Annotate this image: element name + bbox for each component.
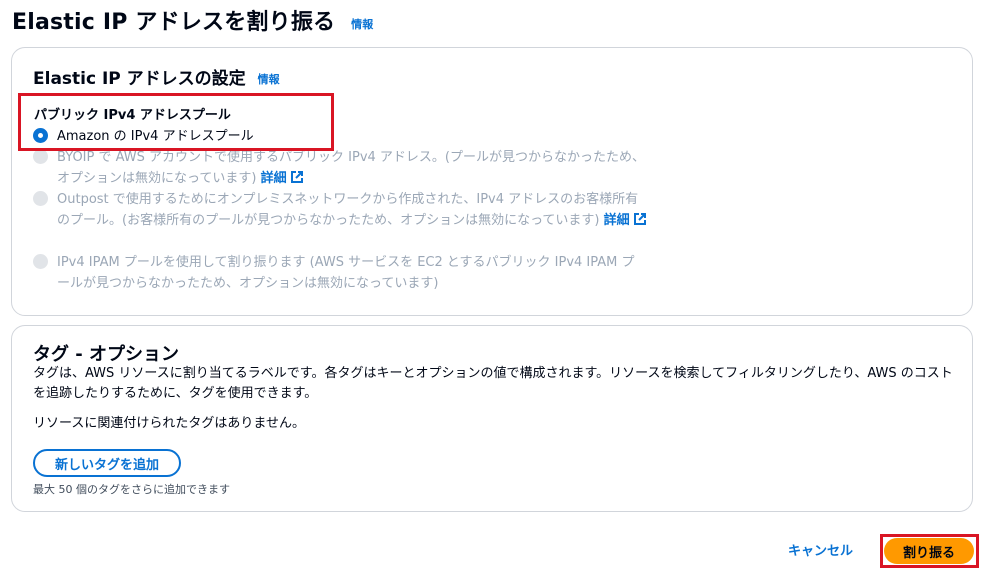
page-title-text: Elastic IP アドレスを割り振る — [12, 10, 336, 35]
page-title: Elastic IP アドレスを割り振る 情報 — [12, 4, 374, 36]
radio-option-byoip: BYOIP で AWS アカウントで使用するパブリック IPv4 アドレス。(プ… — [33, 147, 647, 189]
radio-option-ipam: IPv4 IPAM プールを使用して割り振ります (AWS サービスを EC2 … — [33, 252, 647, 294]
tag-limit-hint: 最大 50 個のタグをさらに追加できます — [33, 483, 230, 496]
cancel-button[interactable]: キャンセル — [788, 540, 853, 559]
external-link-icon — [290, 171, 303, 183]
settings-title: Elastic IP アドレスの設定 情報 — [33, 64, 280, 89]
settings-info-link[interactable]: 情報 — [258, 73, 280, 86]
external-link-icon — [633, 213, 646, 225]
add-new-tag-button[interactable]: 新しいタグを追加 — [33, 449, 181, 477]
radio-option-text: Outpost で使用するためにオンプレミスネットワークから作成された、IPv4… — [57, 189, 647, 231]
tags-panel: タグ - オプション タグは、AWS リソースに割り当てるラベルです。各タグはキ… — [11, 325, 973, 512]
radio-option-label: BYOIP で AWS アカウントで使用するパブリック IPv4 アドレス。(プ… — [57, 150, 646, 186]
eip-settings-panel: Elastic IP アドレスの設定 情報 パブリック IPv4 アドレスプール… — [11, 47, 973, 316]
page-info-link[interactable]: 情報 — [351, 18, 373, 31]
radio-button-disabled — [33, 191, 48, 206]
no-tags-text: リソースに関連付けられたタグはありません。 — [33, 416, 305, 431]
radio-option-label: Outpost で使用するためにオンプレミスネットワークから作成された、IPv4… — [57, 192, 639, 228]
radio-option-label: IPv4 IPAM プールを使用して割り振ります (AWS サービスを EC2 … — [57, 255, 635, 291]
details-link-label: 詳細 — [603, 213, 630, 228]
radio-option-outpost: Outpost で使用するためにオンプレミスネットワークから作成された、IPv4… — [33, 189, 647, 231]
byoip-details-link[interactable]: 詳細 — [261, 171, 304, 186]
settings-title-text: Elastic IP アドレスの設定 — [33, 69, 246, 89]
radio-button-disabled — [33, 149, 48, 164]
radio-button-disabled — [33, 254, 48, 269]
tags-description: タグは、AWS リソースに割り当てるラベルです。各タグはキーとオプションの値で構… — [33, 366, 953, 401]
tags-title: タグ - オプション — [33, 344, 180, 365]
highlight-box-pool — [18, 93, 334, 151]
highlight-box-allocate — [880, 534, 979, 568]
details-link-label: 詳細 — [260, 171, 287, 186]
radio-option-text: BYOIP で AWS アカウントで使用するパブリック IPv4 アドレス。(プ… — [57, 147, 647, 189]
outpost-details-link[interactable]: 詳細 — [604, 213, 647, 228]
